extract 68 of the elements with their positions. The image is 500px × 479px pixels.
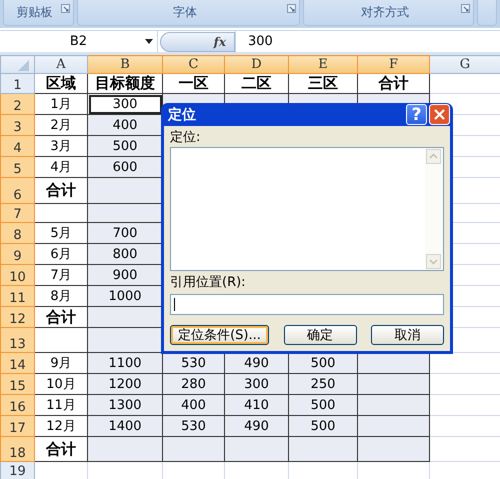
table-cell[interactable]: 300 <box>88 94 162 114</box>
formula-field[interactable]: 300 <box>235 30 500 52</box>
column-header[interactable]: D <box>224 56 288 74</box>
row-header[interactable]: 12 <box>0 306 34 328</box>
table-cell[interactable]: 1400 <box>88 416 162 436</box>
table-cell[interactable]: 500 <box>88 136 162 156</box>
table-cell[interactable]: 800 <box>88 244 162 264</box>
row-header[interactable]: 4 <box>0 136 34 156</box>
table-cell[interactable]: 600 <box>88 156 162 178</box>
dialog-launcher-icon[interactable] <box>287 4 296 13</box>
row-header[interactable]: 2 <box>0 94 34 114</box>
dialog-launcher-icon[interactable] <box>461 4 470 13</box>
column-header[interactable]: F <box>358 56 430 74</box>
field-label: 引用位置(R): <box>170 274 247 292</box>
table-cell[interactable]: 400 <box>162 394 224 416</box>
ribbon-group-label: 字体 <box>77 0 300 26</box>
help-button[interactable]: ? <box>406 104 427 125</box>
table-cell[interactable]: 1100 <box>88 352 162 374</box>
close-icon[interactable] <box>429 104 450 125</box>
row-header[interactable]: 9 <box>0 244 34 264</box>
table-cell[interactable]: 400 <box>88 114 162 136</box>
row-header[interactable]: 11 <box>0 286 34 306</box>
column-header[interactable]: E <box>288 56 358 74</box>
row-header[interactable]: 10 <box>0 264 34 286</box>
dialog-button[interactable]: 取消 <box>371 325 444 345</box>
ribbon-group-label: 剪贴板 <box>3 0 74 26</box>
row-header[interactable]: 18 <box>0 436 34 462</box>
table-cell[interactable]: 490 <box>224 416 288 436</box>
reference-field[interactable] <box>170 294 444 315</box>
column-header[interactable]: A <box>34 56 88 74</box>
row-header[interactable]: 7 <box>0 204 34 222</box>
row-header[interactable]: 16 <box>0 394 34 416</box>
row-header[interactable]: 17 <box>0 416 34 436</box>
table-cell[interactable]: 250 <box>288 374 358 394</box>
table-cell[interactable]: 700 <box>88 222 162 244</box>
table-cell[interactable]: 530 <box>162 416 224 436</box>
table-cell[interactable]: 280 <box>162 374 224 394</box>
dialog-launcher-icon[interactable] <box>61 4 70 13</box>
column-header[interactable]: B <box>88 56 162 74</box>
row-header[interactable]: 6 <box>0 178 34 204</box>
row-header[interactable]: 13 <box>0 328 34 352</box>
table-cell[interactable]: 1200 <box>88 374 162 394</box>
row-header[interactable]: 1 <box>0 74 34 94</box>
name-box[interactable]: B2 <box>0 30 158 52</box>
table-cell[interactable]: 300 <box>224 374 288 394</box>
ribbon-group <box>477 0 497 26</box>
table-cell[interactable]: 900 <box>88 264 162 286</box>
row-header[interactable]: 8 <box>0 222 34 244</box>
column-header[interactable]: C <box>162 56 224 74</box>
row-header[interactable]: 5 <box>0 156 34 178</box>
dialog-title: 定位 <box>168 106 197 124</box>
insert-function-button[interactable]: fx <box>214 34 226 48</box>
table-cell[interactable]: 区域 <box>34 74 88 94</box>
table-cell[interactable]: 1000 <box>88 286 162 306</box>
table-cell[interactable]: 500 <box>288 416 358 436</box>
table-cell[interactable]: 500 <box>288 394 358 416</box>
row-header[interactable]: 19 <box>0 462 34 479</box>
dropdown-arrow-icon[interactable] <box>145 38 153 44</box>
row-header[interactable]: 15 <box>0 374 34 394</box>
dialog-button[interactable]: 确定 <box>284 325 356 345</box>
dialog-button[interactable]: 定位条件(S)... <box>170 325 269 345</box>
row-header[interactable]: 3 <box>0 114 34 136</box>
list-label: 定位: <box>170 129 202 147</box>
column-header[interactable]: G <box>430 56 500 74</box>
ribbon-group-label: 对齐方式 <box>303 0 474 26</box>
table-cell[interactable]: 1300 <box>88 394 162 416</box>
row-header[interactable]: 14 <box>0 352 34 374</box>
table-cell[interactable]: 410 <box>224 394 288 416</box>
